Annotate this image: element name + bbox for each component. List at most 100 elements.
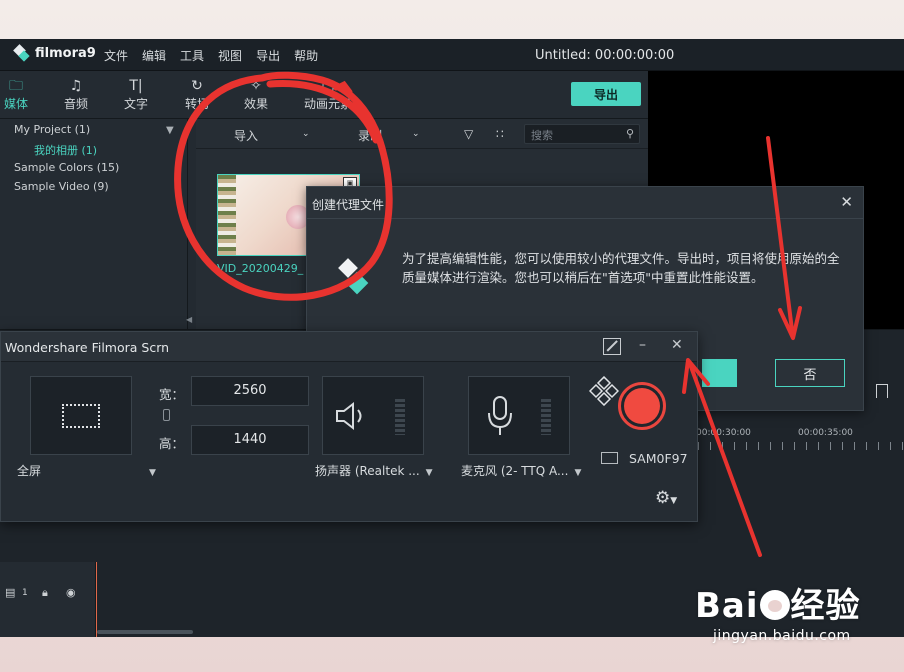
search-icon[interactable]: ⚲ xyxy=(626,127,634,140)
speaker-label: 扬声器 (Realtek ... xyxy=(315,464,420,478)
capture-area-icon xyxy=(62,404,100,428)
speaker-icon xyxy=(336,401,362,431)
sidebar-item-my-project[interactable]: My Project (1) xyxy=(14,123,90,136)
chevron-down-icon: ▼ xyxy=(425,468,433,478)
logo-text: filmora9 xyxy=(35,45,96,61)
close-icon[interactable]: ✕ xyxy=(840,193,853,211)
sidebar-item-sample-video[interactable]: Sample Video (9) xyxy=(14,180,109,193)
microphone-box[interactable] xyxy=(468,376,570,455)
elements-icon: ▢ xyxy=(321,78,335,94)
sidebar-item-my-album[interactable]: 我的相册 (1) xyxy=(34,142,97,158)
eye-icon[interactable]: ◉ xyxy=(66,586,76,599)
microphone-label: 麦克风 (2- TTQ A... xyxy=(461,464,569,478)
speaker-dropdown[interactable]: 扬声器 (Realtek ... ▼ xyxy=(315,462,433,479)
no-button[interactable]: 否 xyxy=(775,359,845,387)
music-note-icon: ♫ xyxy=(69,78,83,94)
chevron-down-icon[interactable]: ▼ xyxy=(166,125,174,136)
scrn-titlebar[interactable]: Wondershare Filmora Scrn – ✕ xyxy=(1,332,697,362)
height-input[interactable]: 1440 xyxy=(191,425,309,455)
baidu-paw-icon xyxy=(759,590,790,620)
tab-transition[interactable]: ↻ 转场 xyxy=(175,77,219,112)
monitor-icon xyxy=(601,452,618,464)
menu-tools[interactable]: 工具 xyxy=(180,47,204,64)
height-label: 高： xyxy=(159,436,185,451)
record-button[interactable] xyxy=(618,382,666,430)
tab-elements[interactable]: ▢ 动画元素 xyxy=(300,77,356,112)
video-track-icon: ▤ xyxy=(5,586,16,599)
media-bar: 导入 ⌄ 录制 ⌄ ▽ ∷ 搜索 ⚲ xyxy=(196,119,648,149)
filmora-logo-icon xyxy=(337,259,377,303)
marker-icon[interactable] xyxy=(876,384,888,398)
speaker-box[interactable] xyxy=(322,376,424,455)
watermark-url: jingyan.baidu.com xyxy=(713,628,851,644)
tab-transition-label: 转场 xyxy=(184,97,209,111)
chevron-down-icon[interactable]: ⌄ xyxy=(412,129,420,139)
tab-audio[interactable]: ♫ 音频 xyxy=(54,77,98,112)
capture-area-box[interactable] xyxy=(30,376,132,455)
capture-mode-dropdown[interactable]: 全屏 ▼ xyxy=(17,462,156,479)
microphone-dropdown[interactable]: 麦克风 (2- TTQ A... ▼ xyxy=(461,462,581,479)
filmora-scrn-window: Wondershare Filmora Scrn – ✕ 全屏 ▼ 宽： 2560… xyxy=(0,331,698,522)
menu-help[interactable]: 帮助 xyxy=(294,47,318,64)
watermark-logo-b: 经验 xyxy=(790,586,861,626)
tab-audio-label: 音频 xyxy=(63,97,88,111)
expand-icon[interactable] xyxy=(603,338,621,355)
media-sidebar: My Project (1) ▼ 我的相册 (1) Sample Colors … xyxy=(0,119,192,329)
close-icon[interactable]: ✕ xyxy=(671,337,683,353)
record-label: 录制 xyxy=(358,129,383,143)
menu: 文件 编辑 工具 视图 导出 帮助 xyxy=(104,47,318,64)
tab-media[interactable]: 🗀 媒体 xyxy=(0,77,38,112)
microphone-icon xyxy=(488,396,512,435)
monitor-label[interactable]: SAM0F97 xyxy=(629,451,688,466)
ruler-label-35s: 00:00:35:00 xyxy=(798,428,853,438)
baidu-watermark: Bai 经验 jingyan.baidu.com xyxy=(695,578,861,644)
timeline-ruler[interactable] xyxy=(698,442,904,450)
watermark-logo-a: Bai xyxy=(695,586,759,626)
tab-text[interactable]: T| 文字 xyxy=(114,77,158,112)
transition-icon: ↻ xyxy=(191,78,203,94)
tab-media-label: 媒体 xyxy=(3,97,28,111)
yes-button[interactable] xyxy=(702,359,737,387)
tab-text-label: 文字 xyxy=(123,97,148,111)
record-dropdown[interactable]: 录制 xyxy=(358,127,382,144)
scrn-title: Wondershare Filmora Scrn xyxy=(5,340,170,355)
menu-export[interactable]: 导出 xyxy=(256,47,280,64)
minimize-icon[interactable]: – xyxy=(639,337,646,353)
chevron-down-icon: ▼ xyxy=(574,468,582,478)
sidebar-item-sample-colors[interactable]: Sample Colors (15) xyxy=(14,161,119,174)
microphone-level-meter xyxy=(541,399,551,435)
menubar: filmora9 文件 编辑 工具 视图 导出 帮助 Untitled: 00:… xyxy=(0,39,904,71)
filter-icon[interactable]: ▽ xyxy=(464,127,473,141)
tab-elements-label: 动画元素 xyxy=(303,97,352,111)
window-title: Untitled: 00:00:00:00 xyxy=(535,48,675,63)
import-label: 导入 xyxy=(234,129,259,143)
menu-edit[interactable]: 编辑 xyxy=(142,47,166,64)
import-dropdown[interactable]: 导入 xyxy=(234,127,258,144)
proxy-dialog-message: 为了提高编辑性能，您可以使用较小的代理文件。导出时，项目将使用原始的全质量媒体进… xyxy=(402,251,840,285)
tab-effects[interactable]: ✧ 效果 xyxy=(234,77,278,112)
lock-icon[interactable]: 🔒︎ xyxy=(42,586,48,600)
export-button[interactable]: 导出 xyxy=(571,82,641,106)
chevron-down-icon: ▼ xyxy=(670,496,678,506)
folder-icon: 🗀 xyxy=(9,78,23,94)
filmora-logo: filmora9 xyxy=(14,45,96,61)
menu-view[interactable]: 视图 xyxy=(218,47,242,64)
track-number: 1 xyxy=(22,588,28,598)
capture-mode-label: 全屏 xyxy=(17,464,42,478)
width-input[interactable]: 2560 xyxy=(191,376,309,406)
move-icon[interactable] xyxy=(588,375,620,407)
watermark-logo: Bai 经验 xyxy=(695,586,861,626)
toolbar: 🗀 媒体 ♫ 音频 T| 文字 ↻ 转场 ✧ 效果 ▢ 动画元素 导出 xyxy=(0,71,648,119)
chevron-down-icon[interactable]: ⌄ xyxy=(302,129,310,139)
gear-icon[interactable]: ⚙▼ xyxy=(655,488,677,508)
menu-file[interactable]: 文件 xyxy=(104,47,128,64)
width-label: 宽： xyxy=(159,387,185,402)
playhead[interactable] xyxy=(96,562,97,637)
link-aspect-icon[interactable] xyxy=(163,409,170,421)
filmora-logo-icon xyxy=(14,45,30,61)
ruler-label-30s: 00:00:30:00 xyxy=(696,428,751,438)
search-input[interactable]: 搜索 ⚲ xyxy=(524,124,640,144)
grid-view-icon[interactable]: ∷ xyxy=(496,127,504,141)
timeline-scrollbar[interactable] xyxy=(97,630,193,634)
text-icon: T| xyxy=(129,78,143,94)
